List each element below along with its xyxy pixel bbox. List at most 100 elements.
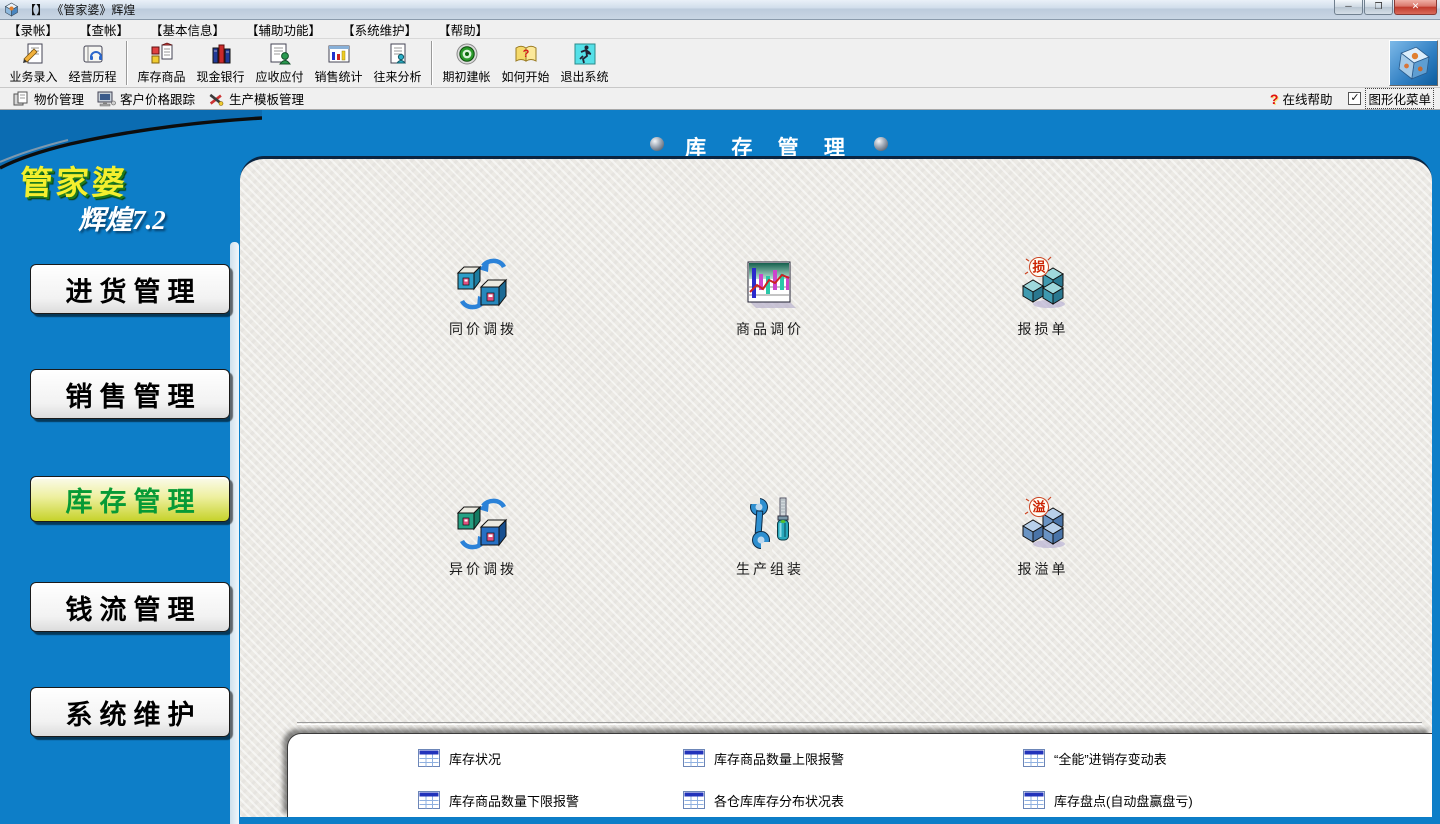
loss-badge-text: 损 [1032,260,1045,275]
menu-auxiliary[interactable]: 【辅助功能】 [240,19,327,40]
receivable-payable-icon [267,42,293,66]
report-panel: 库存状况 库存商品数量上限报警 “全能”进销存变动表 [287,733,1432,817]
shortcut-diff-price-transfer[interactable]: 异价调拨 [418,496,548,579]
toolbar-separator [126,41,128,85]
production-assembly-icon [742,496,798,552]
toolbar-label: 客户价格跟踪 [120,89,195,108]
sidebar-item-sales[interactable]: 销售管理 [30,369,230,419]
shortcut-label: 报溢单 [1018,559,1069,579]
toolbar-label: 期初建帐 [442,68,490,85]
loss-report-icon: 损 [1015,256,1071,312]
table-icon [418,791,440,809]
brand-logo-line2: 辉煌7.2 [78,198,166,237]
menu-basic-info[interactable]: 【基本信息】 [144,19,231,40]
brand-logo-line1: 管家婆 [18,156,129,204]
toolbar-inventory-goods[interactable]: 库存商品 [132,41,191,86]
toolbar-label: 现金银行 [196,68,244,85]
report-label: 库存商品数量下限报警 [449,791,579,810]
toolbar-label: 物价管理 [34,89,84,108]
initial-account-icon [454,42,480,66]
sidebar-item-cashflow[interactable]: 钱流管理 [30,582,230,632]
shortcut-goods-price-adjust[interactable]: 商品调价 [705,256,835,339]
toolbar-sales-statistics[interactable]: 销售统计 [309,41,368,86]
toolbar-contacts-analysis[interactable]: 往来分析 [368,41,427,86]
diff-price-transfer-icon [455,496,511,552]
sidebar-item-inventory[interactable]: 库存管理 [30,476,230,522]
toolbar-cash-bank[interactable]: 现金银行 [191,41,250,86]
brand-cube-panel [1389,40,1438,86]
surplus-report-icon: 溢 [1015,496,1071,552]
application-window: 【】 《管家婆》辉煌 ─ ❐ ✕ 【录帐】 【查帐】 【基本信息】 【辅助功能】… [0,0,1440,824]
toolbar-separator [431,41,433,85]
sphere-icon [874,137,888,151]
window-controls: ─ ❐ ✕ [1333,0,1437,15]
restore-button[interactable]: ❐ [1364,0,1393,15]
shortcut-production-assembly[interactable]: 生产组装 [705,496,835,579]
report-upper-limit-alarm[interactable]: 库存商品数量上限报警 [683,748,844,768]
shortcut-surplus-report[interactable]: 溢 报溢单 [978,496,1108,579]
toolbar-customer-price-tracking[interactable]: 客户价格跟踪 [96,89,195,108]
shortcut-same-price-transfer[interactable]: 同价调拨 [418,256,548,339]
shortcut-label: 报损单 [1018,319,1069,339]
menu-query[interactable]: 【查帐】 [73,19,135,40]
table-icon [683,749,705,767]
surplus-badge-text: 溢 [1032,500,1045,515]
customer-price-tracking-icon [96,91,116,107]
toolbar2-right-group: ? 在线帮助 ✓ 图形化菜单 [1270,88,1434,109]
same-price-transfer-icon [455,256,511,312]
report-label: 库存商品数量上限报警 [714,749,844,768]
sidebar-item-system[interactable]: 系统维护 [30,687,230,737]
goods-price-adjust-icon [742,256,798,312]
graphical-menu-checkbox[interactable]: ✓ [1348,92,1361,105]
shortcut-label: 异价调拨 [449,559,517,579]
close-button[interactable]: ✕ [1394,0,1437,15]
report-stocktaking[interactable]: 库存盘点(自动盘赢盘亏) [1023,790,1193,810]
menu-record[interactable]: 【录帐】 [2,19,64,40]
shortcut-label: 商品调价 [736,319,804,339]
graphical-menu-label[interactable]: 图形化菜单 [1365,88,1434,109]
minimize-button[interactable]: ─ [1334,0,1363,15]
menubar: 【录帐】 【查帐】 【基本信息】 【辅助功能】 【系统维护】 【帮助】 [0,20,1440,39]
report-warehouse-distribution[interactable]: 各仓库库存分布状况表 [683,790,844,810]
toolbar-business-entry[interactable]: 业务录入 [4,41,63,86]
business-history-icon [80,42,106,66]
sidebar-divider-strip [230,242,239,824]
toolbar-how-to-start[interactable]: ? 如何开始 [496,41,555,86]
report-inventory-status[interactable]: 库存状况 [418,748,501,768]
toolbar-production-template[interactable]: 生产模板管理 [207,89,304,108]
report-label: “全能”进销存变动表 [1054,749,1167,768]
svg-text:?: ? [522,48,529,60]
toolbar-label: 经营历程 [68,68,116,85]
cash-bank-icon [208,42,234,66]
main-toolbar: 业务录入 经营历程 库存商品 [0,39,1440,88]
contacts-analysis-icon [385,42,411,66]
app-icon [4,2,19,17]
toolbar-exit-system[interactable]: 退出系统 [555,41,614,86]
shortcut-loss-report[interactable]: 损 报损单 [978,256,1108,339]
toolbar-initial-account[interactable]: 期初建帐 [437,41,496,86]
toolbar-price-management[interactable]: 物价管理 [12,89,84,108]
shortcut-label: 同价调拨 [449,319,517,339]
table-icon [683,791,705,809]
sales-statistics-icon [326,42,352,66]
table-icon [1023,749,1045,767]
menu-help[interactable]: 【帮助】 [432,19,494,40]
report-lower-limit-alarm[interactable]: 库存商品数量下限报警 [418,790,579,810]
sidebar-item-purchase[interactable]: 进货管理 [30,264,230,314]
menu-system-maintenance[interactable]: 【系统维护】 [336,19,423,40]
secondary-toolbar: 物价管理 客户价格跟踪 生产模板管理 ? 在线帮助 ✓ 图形化菜单 [0,88,1440,110]
online-help-link[interactable]: 在线帮助 [1282,89,1332,108]
report-omni-flow-table[interactable]: “全能”进销存变动表 [1023,748,1167,768]
content-divider [297,722,1422,725]
toolbar-label: 业务录入 [9,68,57,85]
toolbar-business-history[interactable]: 经营历程 [63,41,122,86]
table-icon [1023,791,1045,809]
toolbar-receivable-payable[interactable]: 应收应付 [250,41,309,86]
titlebar: 【】 《管家婆》辉煌 ─ ❐ ✕ [0,0,1440,20]
toolbar-label: 如何开始 [501,68,549,85]
online-help-icon: ? [1270,91,1279,107]
toolbar-label: 销售统计 [314,68,362,85]
report-label: 库存状况 [449,749,501,768]
exit-system-icon [572,42,598,66]
edit-document-icon [21,42,47,66]
